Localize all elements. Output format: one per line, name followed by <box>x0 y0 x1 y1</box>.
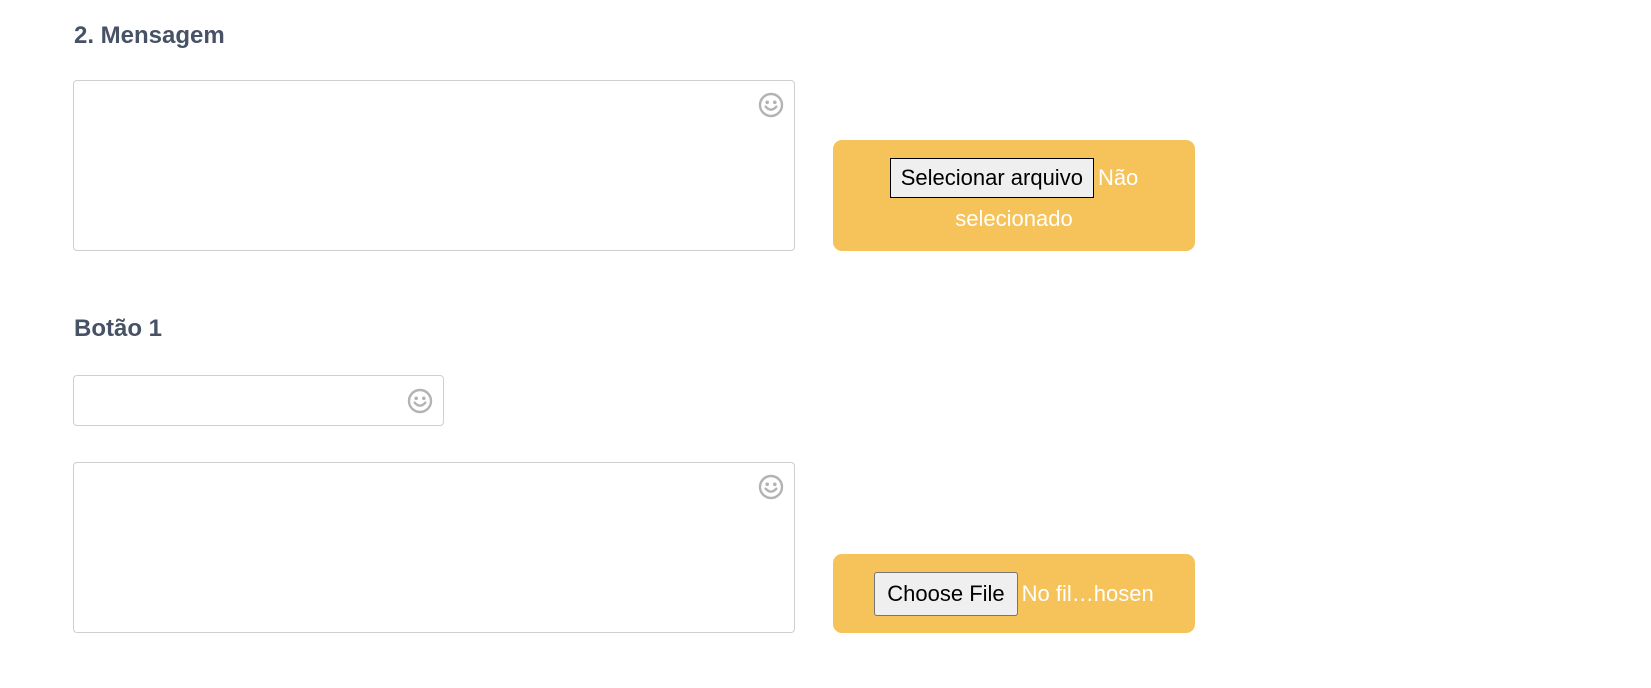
file-status-text: No fil…hosen <box>1021 581 1154 606</box>
smiley-icon[interactable] <box>407 388 433 414</box>
select-file-button[interactable]: Selecionar arquivo <box>889 158 1094 199</box>
choose-file-button[interactable]: Choose File <box>874 572 1018 616</box>
button-text-textarea-container[interactable] <box>73 462 795 633</box>
message-textarea-container[interactable] <box>73 80 795 251</box>
message-file-upload: Selecionar arquivo Não selecionado <box>833 140 1195 251</box>
button-title-input[interactable] <box>74 376 443 425</box>
message-section-heading: 2. Mensagem <box>74 22 225 49</box>
smiley-icon[interactable] <box>758 474 784 500</box>
message-textarea[interactable] <box>74 81 794 250</box>
button-section-heading: Botão 1 <box>74 315 163 342</box>
button-title-input-container[interactable] <box>73 375 444 426</box>
smiley-icon[interactable] <box>758 92 784 118</box>
button-text-textarea[interactable] <box>74 463 794 632</box>
button-file-upload: Choose File No fil…hosen <box>833 554 1195 633</box>
